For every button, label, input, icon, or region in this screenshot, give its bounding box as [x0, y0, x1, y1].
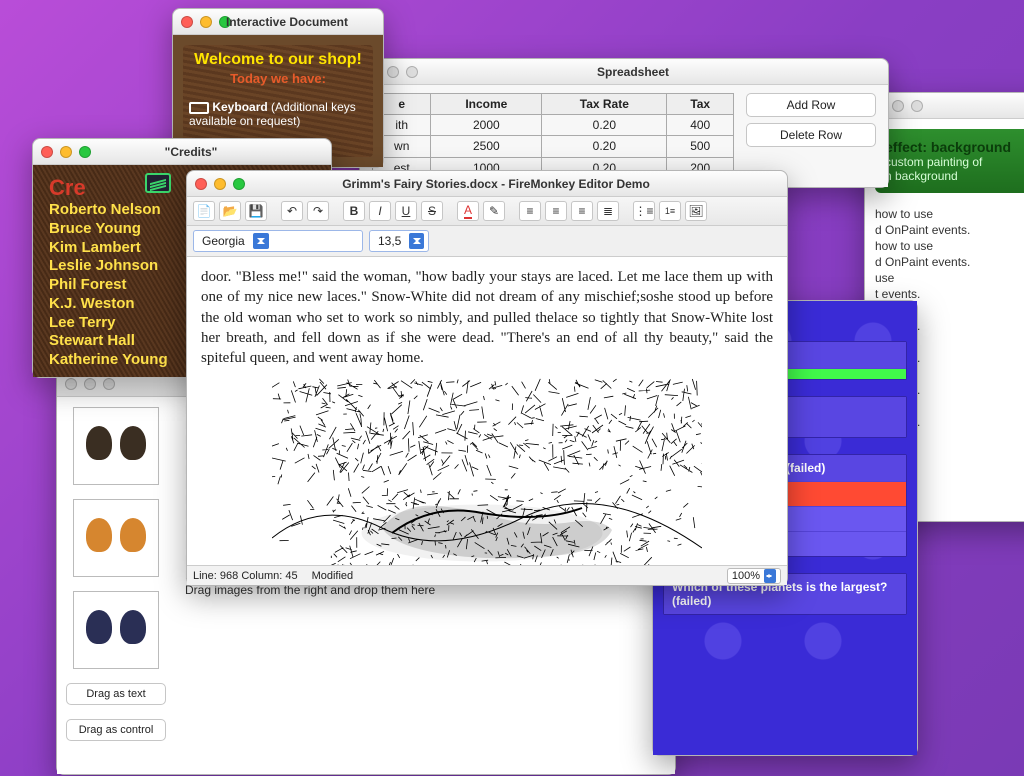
butterfly-thumb[interactable]: [73, 591, 159, 669]
column-header[interactable]: Tax: [667, 94, 734, 115]
align-justify-button[interactable]: ≣: [597, 201, 619, 221]
number-list-button[interactable]: 1≡: [659, 201, 681, 221]
window-title: Spreadsheet: [386, 65, 880, 79]
drag-as-text-button[interactable]: Drag as text: [66, 683, 166, 705]
undo-button[interactable]: ↶: [281, 201, 303, 221]
titlebar[interactable]: Interactive Document: [173, 9, 383, 35]
info-line: t events.: [875, 287, 1024, 301]
close-icon[interactable]: [41, 146, 53, 158]
underline-button[interactable]: U: [395, 201, 417, 221]
drag-as-control-button[interactable]: Drag as control: [66, 719, 166, 741]
chevron-updown-icon: [764, 569, 776, 583]
titlebar[interactable]: Grimm's Fairy Stories.docx - FireMonkey …: [187, 171, 787, 197]
add-row-button[interactable]: Add Row: [746, 93, 876, 117]
table-row[interactable]: ith20000.20400: [373, 115, 734, 136]
delete-row-button[interactable]: Delete Row: [746, 123, 876, 147]
window-title: "Credits": [59, 145, 323, 159]
info-line: how to use: [875, 239, 1024, 253]
font-family-select[interactable]: Georgia: [193, 230, 363, 252]
font-color-button[interactable]: A: [457, 201, 479, 221]
column-header[interactable]: Tax Rate: [542, 94, 667, 115]
align-right-button[interactable]: ≡: [571, 201, 593, 221]
zoom-select[interactable]: 100%: [727, 568, 781, 584]
info-line: d OnPaint events.: [875, 255, 1024, 269]
story-illustration: [272, 378, 702, 565]
status-bar: Line: 968 Column: 45 Modified 100%: [187, 565, 787, 585]
titlebar[interactable]: "Credits": [33, 139, 331, 165]
align-left-button[interactable]: ≡: [519, 201, 541, 221]
shop-heading: Welcome to our shop!: [189, 51, 367, 69]
chevron-updown-icon: [253, 233, 269, 249]
align-center-button[interactable]: ≡: [545, 201, 567, 221]
info-line: d OnPaint events.: [875, 223, 1024, 237]
paragraph-text: door. "Bless me!" said the woman, "how b…: [201, 269, 773, 366]
info-line: use: [875, 271, 1024, 285]
open-button[interactable]: 📂: [219, 201, 241, 221]
modified-indicator: Modified: [312, 570, 354, 582]
strike-button[interactable]: S: [421, 201, 443, 221]
close-icon[interactable]: [195, 178, 207, 190]
highlight-button[interactable]: ✎: [483, 201, 505, 221]
save-button[interactable]: 💾: [245, 201, 267, 221]
editor-window: Grimm's Fairy Stories.docx - FireMonkey …: [186, 170, 788, 586]
titlebar[interactable]: Spreadsheet: [360, 59, 888, 85]
column-header[interactable]: Income: [431, 94, 542, 115]
cursor-position: Line: 968 Column: 45: [193, 570, 298, 582]
chevron-updown-icon: [409, 233, 424, 249]
butterfly-thumb[interactable]: [73, 407, 159, 485]
keyboard-icon: [189, 102, 209, 114]
chart-icon: [145, 173, 171, 193]
redo-button[interactable]: ↷: [307, 201, 329, 221]
butterfly-thumb[interactable]: [73, 499, 159, 577]
info-line: how to use: [875, 207, 1024, 221]
table-row[interactable]: wn25000.20500: [373, 136, 734, 157]
italic-button[interactable]: I: [369, 201, 391, 221]
bold-button[interactable]: B: [343, 201, 365, 221]
window-title: Grimm's Fairy Stories.docx - FireMonkey …: [213, 177, 779, 191]
window-title: Interactive Document: [199, 15, 375, 29]
font-size-select[interactable]: 13,5: [369, 230, 429, 252]
effect-box: effect: background custom painting of n …: [875, 129, 1024, 193]
shop-subheading: Today we have:: [189, 71, 367, 86]
item-label[interactable]: Keyboard: [212, 100, 267, 114]
close-icon[interactable]: [181, 16, 193, 28]
new-file-button[interactable]: 📄: [193, 201, 215, 221]
bullet-list-button[interactable]: ⋮≡: [633, 201, 655, 221]
spreadsheet-window: Spreadsheet eIncomeTax RateTax ith20000.…: [359, 58, 889, 188]
image-button[interactable]: 🖼: [685, 201, 707, 221]
spreadsheet-table[interactable]: eIncomeTax RateTax ith20000.20400wn25000…: [372, 93, 734, 179]
toolbar: 📄 📂 💾 ↶ ↷ B I U S A ✎ ≡ ≡ ≡ ≣ ⋮≡ 1≡ 🖼: [187, 197, 787, 226]
editor-textarea[interactable]: door. "Bless me!" said the woman, "how b…: [187, 257, 787, 565]
